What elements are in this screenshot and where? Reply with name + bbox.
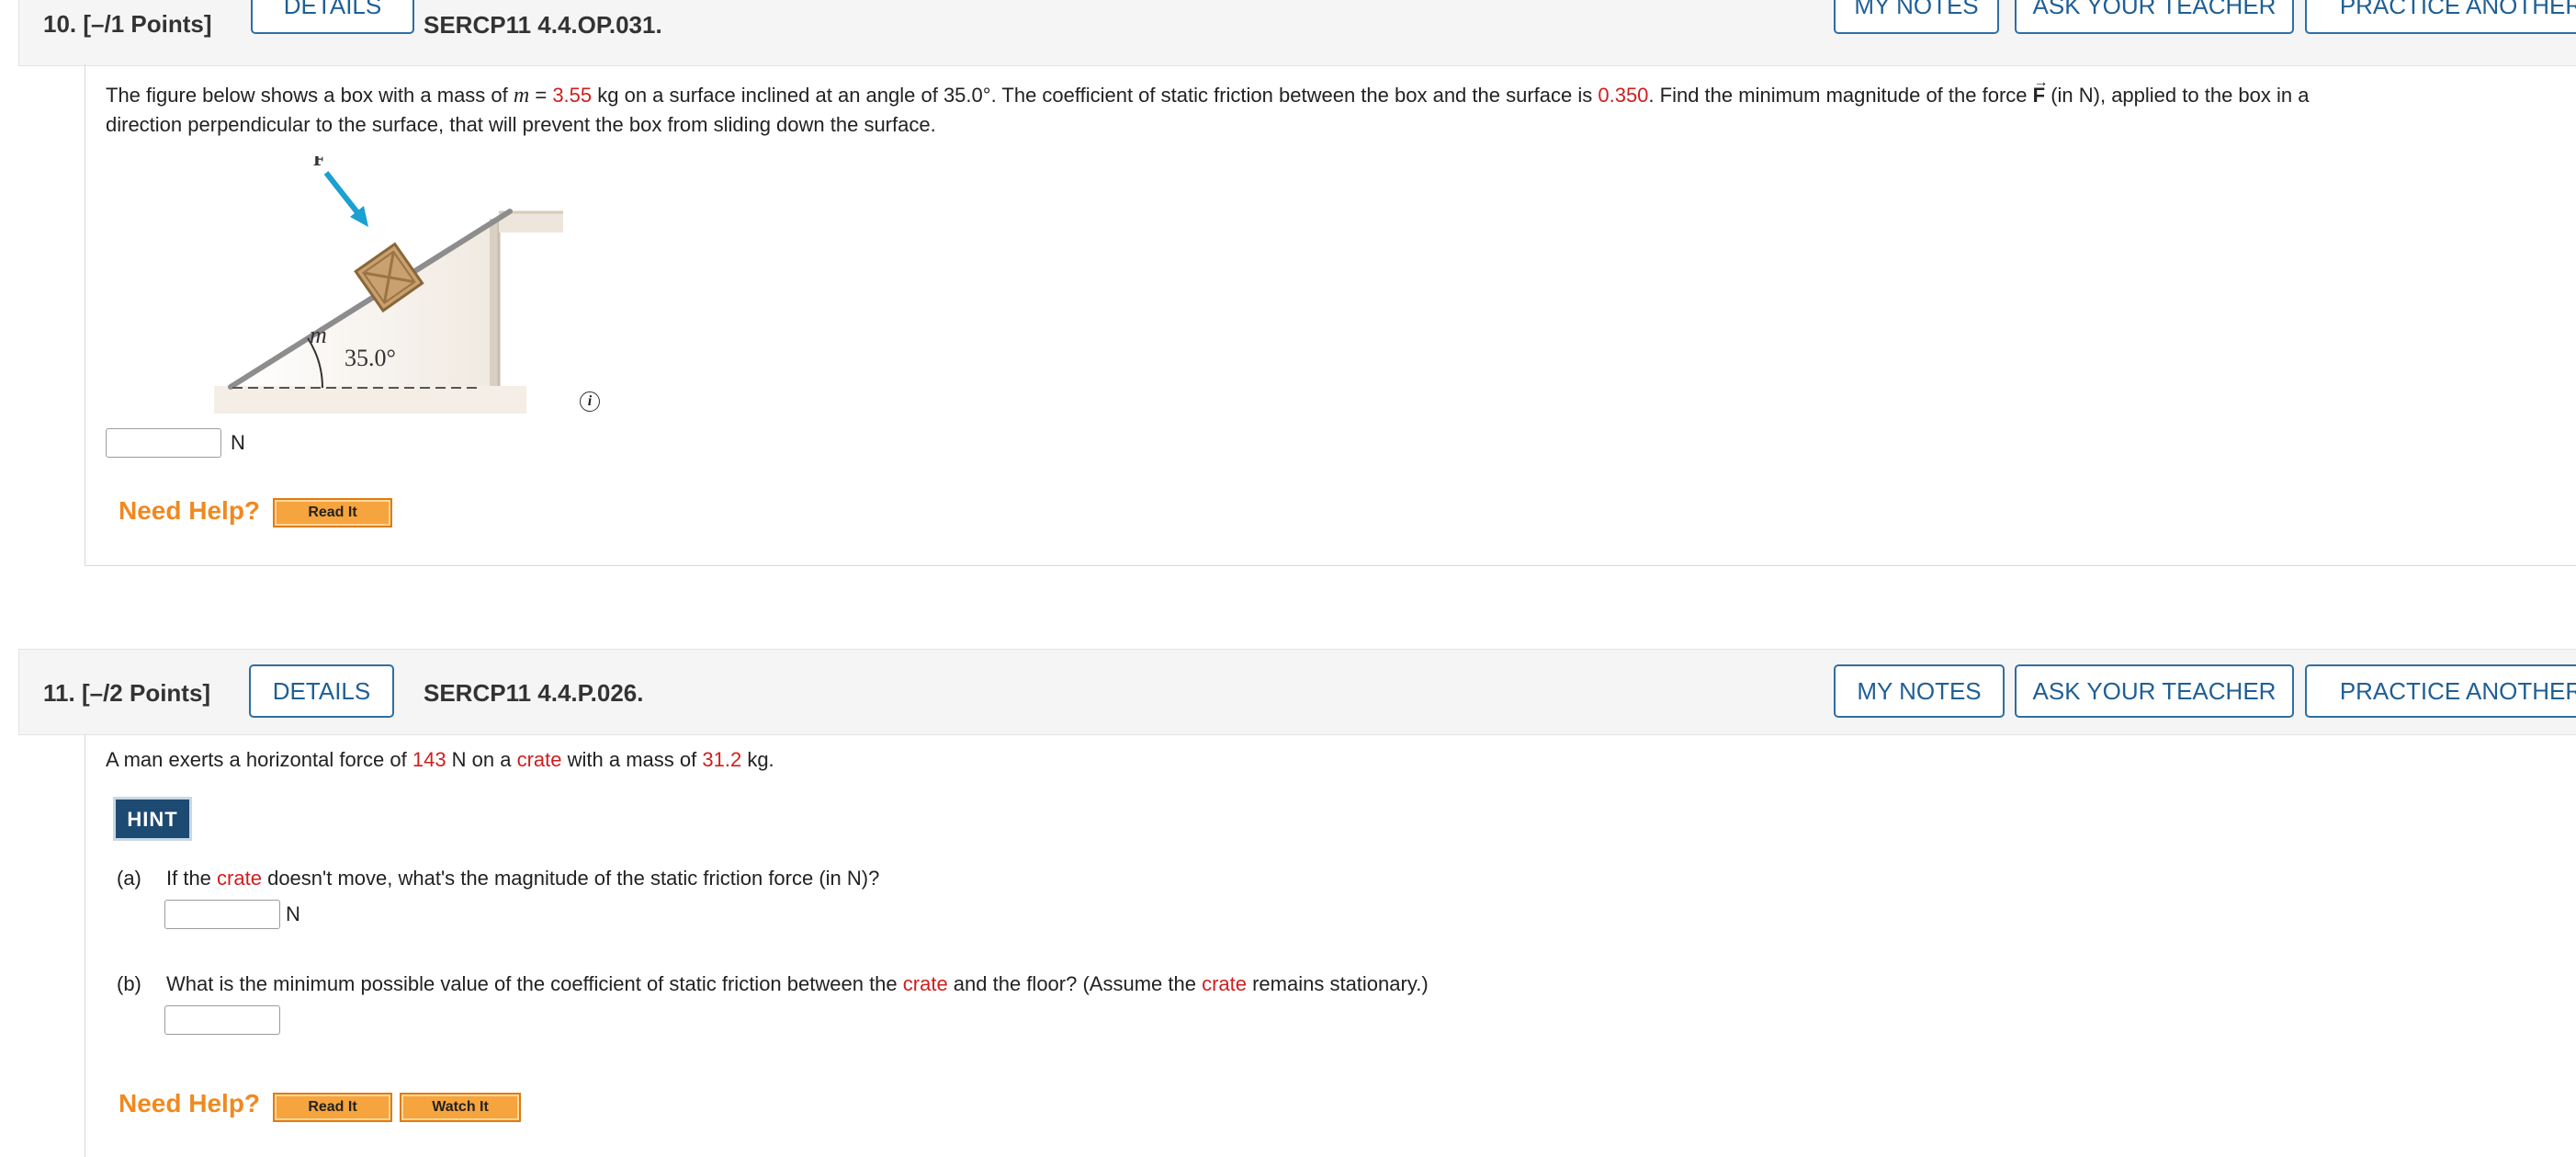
q10-m-symbol: m [513,84,530,108]
q11-text-1: A man exerts a horizontal force of [106,748,412,771]
q11-text-3: with a mass of [561,748,703,771]
part-b-crate-word-1: crate [902,972,948,995]
q10-ask-teacher-button[interactable]: ASK YOUR TEACHER [2015,0,2294,34]
part-b-answer-input[interactable] [164,1005,280,1035]
q10-code: SERCP11 4.4.OP.031. [424,11,662,39]
incline-figure: 35.0° m F → [214,156,563,414]
q10-body: The figure below shows a box with a mass… [85,64,2576,566]
q11-points: [–/2 Points] [81,679,211,707]
part-a-crate-word: crate [217,867,262,890]
part-a-text: If the crate doesn't move, what's the ma… [166,864,879,892]
q11-details-button[interactable]: DETAILS [249,664,394,718]
q10-read-it-button[interactable]: Read It [273,498,392,527]
q11-force-value: 143 [412,748,446,771]
q11-text-4: kg. [741,748,774,771]
q10-number-text: 10. [43,10,77,38]
part-b-text-1: What is the minimum possible value of th… [166,972,903,995]
part-b-text: What is the minimum possible value of th… [166,970,1429,998]
q11-crate-word: crate [516,748,562,771]
q10-header: 10. [–/1 Points] DETAILS SERCP11 4.4.OP.… [18,0,2576,66]
mass-label: m [310,322,327,348]
force-label: F [313,156,325,170]
part-a-unit: N [286,902,300,925]
q11-number-text: 11. [43,679,75,707]
q10-text-line2: direction perpendicular to the surface, … [106,113,936,136]
q10-mu-value: 0.350 [1598,84,1649,107]
q10-mass-value: 3.55 [552,84,593,107]
q11-body: A man exerts a horizontal force of 143 N… [85,734,2576,1157]
q10-text-4: . Find the minimum magnitude of the forc… [1648,84,2033,107]
q10-my-notes-button[interactable]: MY NOTES [1834,0,1999,34]
part-a-label: (a) [117,867,141,890]
q11-read-it-button[interactable]: Read It [273,1093,392,1122]
q11-watch-it-button[interactable]: Watch It [400,1093,521,1122]
force-arrow-shaft [323,171,363,218]
q11-need-help: Need Help? [119,1089,261,1117]
part-b-label: (b) [117,972,141,995]
vector-arrow-icon: → [2033,74,2049,90]
q11-question-text: A man exerts a horizontal force of 143 N… [106,745,774,774]
hint-button[interactable]: HINT [113,797,192,841]
q11-mass-value: 31.2 [702,748,742,771]
part-b-crate-word-2: crate [1202,972,1247,995]
q10-points: [–/1 Points] [83,10,212,38]
q11-my-notes-button[interactable]: MY NOTES [1834,664,2005,718]
info-icon[interactable]: i [580,391,600,412]
ground-shading [214,386,526,414]
part-a-text-1: If the [166,867,218,890]
q11-ask-teacher-button[interactable]: ASK YOUR TEACHER [2015,664,2294,718]
q10-need-help: Need Help? [119,496,261,525]
q10-force-symbol: → F [2033,74,2049,107]
q11-header: 11. [–/2 Points] DETAILS SERCP11 4.4.P.0… [18,649,2576,735]
q10-text-5: (in N), applied to the box in a [2045,84,2310,107]
q10-unit: N [231,431,245,454]
q10-practice-another-button[interactable]: PRACTICE ANOTHER [2305,0,2576,34]
q10-details-button[interactable]: DETAILS [251,0,414,34]
part-b-text-2: and the floor? (Assume the [947,972,1203,995]
q10-text-3: kg on a surface inclined at an angle of … [592,84,1599,107]
part-b-text-3: remains stationary.) [1246,972,1429,995]
q10-text-2: = [529,84,553,107]
q10-text-1: The figure below shows a box with a mass… [106,84,514,107]
q11-code: SERCP11 4.4.P.026. [424,679,644,707]
q10-question-text: The figure below shows a box with a mass… [106,74,2568,139]
part-a-text-2: doesn't move, what's the magnitude of th… [261,867,880,890]
q10-answer-input[interactable] [106,428,221,458]
q11-practice-another-button[interactable]: PRACTICE ANOTHER [2305,664,2576,718]
angle-label: 35.0° [345,345,396,371]
part-a-answer-input[interactable] [164,900,280,929]
q11-text-2: N on a [446,748,517,771]
